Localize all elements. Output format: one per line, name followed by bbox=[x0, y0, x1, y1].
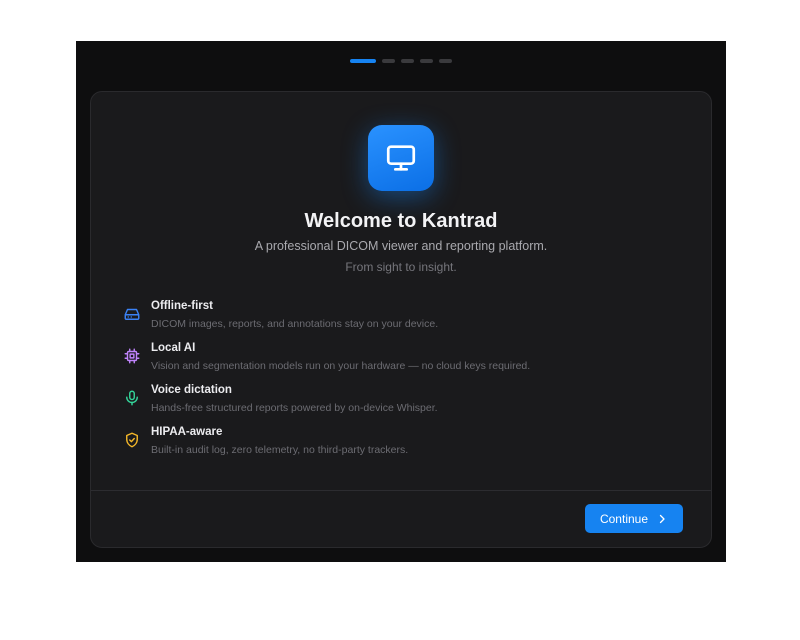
feature-description: DICOM images, reports, and annotations s… bbox=[151, 318, 439, 330]
feature-title: Offline-first bbox=[151, 300, 213, 312]
microphone-icon bbox=[126, 390, 138, 406]
feature-description: Built-in audit log, zero telemetry, no t… bbox=[151, 444, 409, 456]
shield-check-icon bbox=[126, 432, 138, 448]
drive-icon bbox=[124, 308, 140, 320]
feature-title: HIPAA-aware bbox=[151, 426, 223, 438]
feature-description: Vision and segmentation models run on yo… bbox=[151, 360, 531, 372]
feature-list: Offline-first DICOM images, reports, and… bbox=[123, 300, 683, 468]
feature-item-local-ai: Local AI Vision and segmentation models … bbox=[123, 342, 683, 384]
step-dot bbox=[401, 59, 414, 63]
tagline: From sight to insight. bbox=[345, 260, 457, 274]
footer-divider bbox=[91, 490, 711, 491]
step-indicator bbox=[76, 59, 726, 63]
continue-label: Continue bbox=[599, 511, 649, 526]
app-logo bbox=[368, 125, 434, 191]
page-subtitle: A professional DICOM viewer and reportin… bbox=[254, 239, 548, 253]
feature-item-voice-dictation: Voice dictation Hands-free structured re… bbox=[123, 384, 683, 426]
step-dot bbox=[382, 59, 395, 63]
feature-title: Local AI bbox=[151, 342, 196, 354]
onboarding-window: Welcome to Kantrad A professional DICOM … bbox=[76, 41, 726, 562]
chevron-right-icon bbox=[659, 514, 665, 523]
step-dot-active bbox=[350, 59, 376, 63]
continue-button[interactable]: Continue bbox=[585, 504, 683, 533]
feature-item-hipaa-aware: HIPAA-aware Built-in audit log, zero tel… bbox=[123, 426, 683, 468]
chip-icon bbox=[124, 348, 140, 364]
monitor-icon bbox=[386, 145, 416, 171]
feature-description: Hands-free structured reports powered by… bbox=[151, 402, 438, 414]
feature-item-offline-first: Offline-first DICOM images, reports, and… bbox=[123, 300, 683, 342]
step-dot bbox=[420, 59, 433, 63]
page-title: Welcome to Kantrad bbox=[304, 210, 498, 232]
feature-title: Voice dictation bbox=[151, 384, 232, 396]
welcome-card: Welcome to Kantrad A professional DICOM … bbox=[90, 91, 712, 548]
step-dot bbox=[439, 59, 452, 63]
